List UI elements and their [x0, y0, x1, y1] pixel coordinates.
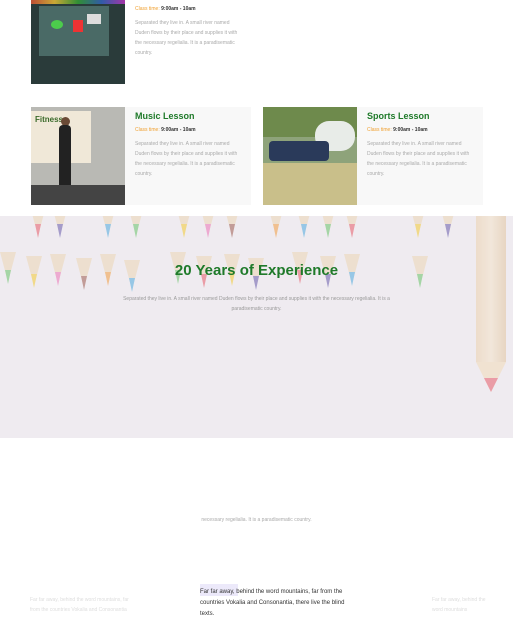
class-title[interactable]: Sports Lesson — [367, 111, 473, 121]
class-title[interactable]: Music Lesson — [135, 111, 241, 121]
experience-text: Separated they live in. A small river na… — [123, 296, 390, 312]
class-thumbnail: Fitness — [31, 107, 125, 205]
class-description: Separated they live in. A small river na… — [135, 141, 238, 177]
section-text: necessary regelialia. It is a paradisema… — [201, 517, 312, 523]
class-time: Class time: 9:00am - 10am — [135, 6, 196, 12]
class-time: Class time: 9:00am - 10am — [367, 127, 428, 133]
testimonial-side-right: Far far away, behind the word mountains — [432, 597, 486, 613]
class-time: Class time: 9:00am - 10am — [135, 127, 196, 133]
testimonial-side-left: Far far away, behind the word mountains,… — [30, 597, 129, 613]
class-card-music[interactable]: Fitness Music Lesson Class time: 9:00am … — [31, 107, 251, 205]
class-card-sports[interactable]: Sports Lesson Class time: 9:00am - 10am … — [263, 107, 483, 205]
class-thumbnail — [31, 0, 125, 84]
class-description: Separated they live in. A small river na… — [135, 20, 238, 56]
testimonial-text: Far far away, behind the word mountains,… — [200, 589, 345, 617]
experience-section: 20 Years of Experience Separated they li… — [0, 216, 513, 438]
class-thumbnail — [263, 107, 357, 205]
class-description: Separated they live in. A small river na… — [367, 141, 470, 177]
experience-title: 20 Years of Experience — [174, 262, 339, 279]
class-card-top[interactable]: Class time: 9:00am - 10am Separated they… — [31, 0, 251, 84]
